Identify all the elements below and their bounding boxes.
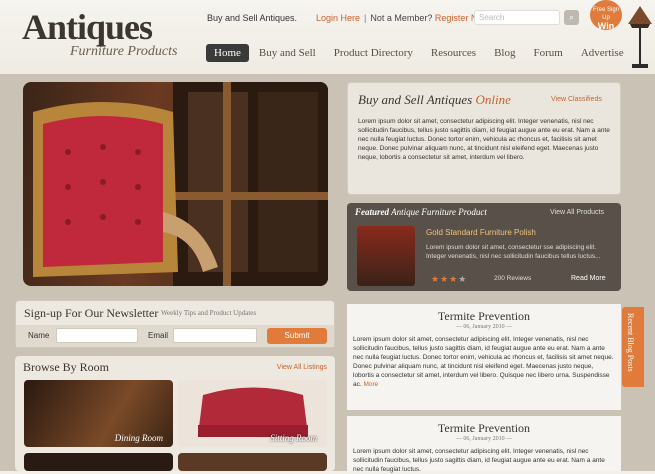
name-label: Name (28, 331, 50, 340)
search-input[interactable]: Search (474, 10, 560, 25)
room-thumb-4[interactable] (178, 453, 327, 471)
browse-by-room: Browse By Room View All Listings Dining … (15, 356, 335, 471)
nav-blog[interactable]: Blog (486, 44, 523, 62)
product-name[interactable]: Gold Standard Furniture Polish (426, 228, 536, 237)
buy-sell-text: Lorem ipsum dolor sit amet, consectetur … (358, 118, 610, 161)
login-bar: Login Here | Not a Member? Register Now (316, 13, 489, 23)
read-more-link[interactable]: Read More (571, 275, 606, 282)
nav-forum[interactable]: Forum (525, 44, 570, 62)
nav-home[interactable]: Home (206, 44, 249, 62)
email-label: Email (148, 331, 169, 340)
name-field[interactable] (56, 328, 138, 343)
red-chair-image (33, 82, 328, 286)
newsletter-subtitle: Weekly Tips and Product Updates (161, 309, 257, 317)
article-date: — 06, January 2010 — (455, 436, 513, 442)
newsletter-form: Name Email Submit (16, 325, 334, 347)
buy-sell-card: Buy and Sell Antiques Online View Classi… (347, 82, 621, 195)
email-field[interactable] (173, 328, 257, 343)
blog-article: Termite Prevention — 06, January 2010 — … (347, 304, 621, 410)
room-thumb-3[interactable] (24, 453, 173, 471)
star-rating: ★★★★ (431, 274, 468, 284)
nav-buy-and-sell[interactable]: Buy and Sell (251, 44, 324, 62)
view-classifieds-link[interactable]: View Classifieds (551, 96, 602, 103)
member-question: Not a Member? (370, 13, 433, 23)
hero-image (23, 82, 328, 286)
product-description: Lorem ipsum dolor sit amet, consectetur … (426, 244, 601, 260)
nav-advertise[interactable]: Advertise (573, 44, 632, 62)
article-date: — 06, January 2010 — (455, 324, 513, 330)
dining-room-thumb[interactable]: Dining Room (24, 380, 173, 447)
article-title[interactable]: Termite Prevention (347, 309, 621, 324)
badge-line2: Win (597, 21, 615, 31)
logo-title[interactable]: Antiques (22, 6, 153, 48)
browse-title: Browse By Room (23, 360, 110, 374)
login-link[interactable]: Login Here (316, 13, 360, 23)
logo-subtitle: Furniture Products (70, 44, 178, 59)
signup-badge[interactable]: Free Sign Up Win (590, 0, 622, 31)
search-icon[interactable]: ⌕ (564, 10, 579, 25)
recent-tab-label: Recent Blog Posts (626, 313, 635, 372)
featured-title: Featured Antique Furniture Product (355, 207, 487, 217)
view-all-listings-link[interactable]: View All Listings (277, 364, 327, 371)
nav-product-directory[interactable]: Product Directory (326, 44, 421, 62)
buy-sell-title-accent: Online (475, 92, 511, 107)
site-header: Antiques Furniture Products Buy and Sell… (0, 0, 655, 74)
submit-button[interactable]: Submit (267, 328, 327, 344)
sitting-room-thumb[interactable]: Sitting Room (178, 380, 327, 447)
badge-line1: Free Sign Up (592, 7, 619, 21)
buy-sell-title: Buy and Sell Antiques Online (358, 92, 511, 107)
nav-resources[interactable]: Resources (423, 44, 484, 62)
view-all-products-link[interactable]: View All Products (550, 209, 604, 216)
tagline: Buy and Sell Antiques. (207, 13, 298, 23)
article-text: Lorem ipsum dolor sit amet, consectetur … (353, 336, 614, 388)
article-more-link[interactable]: More (363, 381, 378, 388)
blog-article: Termite Prevention — 06, January 2010 — … (347, 416, 621, 473)
newsletter-box: Sign-up For Our Newsletter Weekly Tips a… (15, 300, 335, 348)
product-image[interactable] (357, 226, 415, 286)
main-nav: Home Buy and Sell Product Directory Reso… (206, 44, 634, 62)
recent-blog-posts-tab[interactable]: Recent Blog Posts (622, 307, 644, 387)
article-text: Lorem ipsum dolor sit amet, consectetur … (353, 448, 605, 473)
dining-room-label: Dining Room (114, 433, 163, 443)
featured-product: Featured Antique Furniture Product View … (347, 203, 621, 291)
review-count[interactable]: 200 Reviews (494, 275, 531, 282)
sitting-room-label: Sitting Room (270, 433, 317, 443)
newsletter-title: Sign-up For Our Newsletter (24, 306, 159, 320)
article-title[interactable]: Termite Prevention (347, 421, 621, 436)
